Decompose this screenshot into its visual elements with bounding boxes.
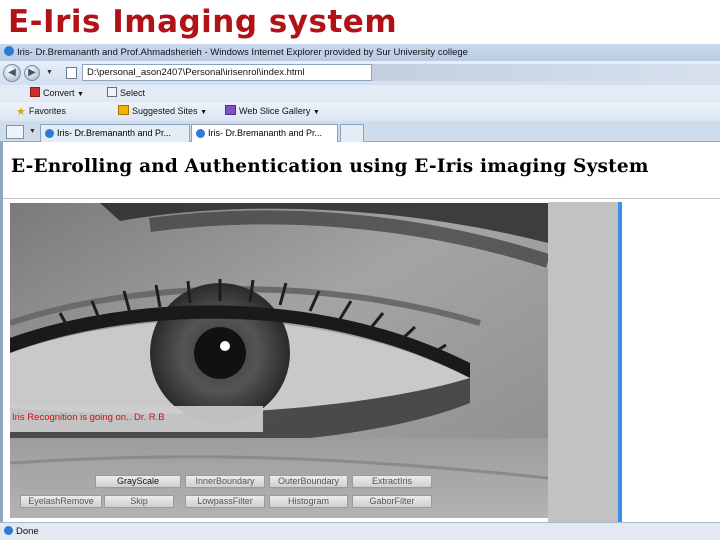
convert-label: Convert <box>43 88 75 98</box>
slide-title: E-Iris Imaging system <box>8 4 398 40</box>
internet-explorer-icon <box>45 129 54 138</box>
page-icon <box>66 67 77 79</box>
accent-divider <box>618 202 622 522</box>
internet-explorer-icon <box>4 46 14 56</box>
skip-button[interactable]: Skip <box>104 495 174 508</box>
suggested-sites-label: Suggested Sites <box>132 106 198 116</box>
recent-pages-dropdown-icon[interactable]: ▼ <box>46 69 53 76</box>
favorites-button[interactable]: ★ Favorites <box>16 102 66 121</box>
back-button[interactable]: ◀ <box>3 64 21 82</box>
favorites-star-icon: ★ <box>16 106 26 118</box>
tab-bar: ▼ Iris- Dr.Bremananth and Pr... Iris- Dr… <box>0 121 720 142</box>
web-slice-gallery-label: Web Slice Gallery <box>239 106 311 116</box>
web-slice-icon <box>225 105 236 115</box>
page-content: E-Enrolling and Authentication using E-I… <box>0 142 720 522</box>
tab-1[interactable]: Iris- Dr.Bremananth and Pr... <box>40 124 190 142</box>
internet-explorer-icon <box>196 129 205 138</box>
search-box[interactable] <box>372 64 720 81</box>
suggested-sites-link[interactable]: Suggested Sites ▼ <box>118 102 207 121</box>
histogram-button[interactable]: Histogram <box>269 495 348 508</box>
address-field[interactable]: D:\personal_ason2407\Personal\irisenrol\… <box>82 64 372 81</box>
browser-window: Iris- Dr.Bremananth and Prof.Ahmadsherie… <box>0 44 720 540</box>
select-icon <box>107 87 117 97</box>
page-heading: E-Enrolling and Authentication using E-I… <box>11 156 649 177</box>
grayscale-button[interactable]: GrayScale <box>95 475 181 488</box>
select-button[interactable]: Select <box>107 85 145 101</box>
inner-boundary-button[interactable]: InnerBoundary <box>185 475 265 488</box>
eyelash-remove-button[interactable]: EyelashRemove <box>20 495 102 508</box>
address-toolbar: ◀ ▶ ▼ D:\personal_ason2407\Personal\iris… <box>0 61 720 85</box>
eye-image <box>10 203 548 518</box>
extract-iris-button[interactable]: ExtractIris <box>352 475 432 488</box>
status-bar: Done <box>0 522 720 540</box>
quick-tabs-icon[interactable] <box>6 125 24 139</box>
outer-boundary-button[interactable]: OuterBoundary <box>269 475 348 488</box>
back-arrow-icon: ◀ <box>8 67 16 78</box>
favorites-bar: ★ Favorites Suggested Sites ▼ Web Slice G… <box>0 102 720 121</box>
lowpass-filter-button[interactable]: LowpassFilter <box>185 495 265 508</box>
internet-explorer-icon <box>4 526 13 535</box>
forward-button[interactable]: ▶ <box>24 65 40 81</box>
page-side-panel <box>548 202 618 522</box>
web-slice-gallery-link[interactable]: Web Slice Gallery ▼ <box>225 102 320 121</box>
heading-divider <box>3 198 720 199</box>
select-label: Select <box>120 88 146 98</box>
tab-2-active[interactable]: Iris- Dr.Bremananth and Pr... <box>191 124 338 142</box>
gabor-filter-button[interactable]: GaborFilter <box>352 495 432 508</box>
new-tab-button[interactable] <box>340 124 364 142</box>
status-text: Done <box>16 526 39 537</box>
command-bar: Convert ▼ Select <box>0 85 720 101</box>
suggested-sites-icon <box>118 105 129 115</box>
favorites-label: Favorites <box>28 106 66 116</box>
eye-image-panel: Iris Recognition is going on.. Dr. R.B G… <box>10 203 548 518</box>
forward-arrow-icon: ▶ <box>28 67 36 78</box>
window-titlebar: Iris- Dr.Bremananth and Prof.Ahmadsherie… <box>0 44 720 61</box>
tab-list-dropdown-icon[interactable]: ▼ <box>29 128 36 135</box>
tab-1-label: Iris- Dr.Bremananth and Pr... <box>57 128 172 138</box>
convert-icon <box>30 87 40 97</box>
convert-button[interactable]: Convert ▼ <box>30 85 84 101</box>
tab-2-label: Iris- Dr.Bremananth and Pr... <box>208 128 323 138</box>
recognition-status: Iris Recognition is going on.. Dr. R.B <box>10 406 263 432</box>
window-title: Iris- Dr.Bremananth and Prof.Ahmadsherie… <box>17 47 468 58</box>
